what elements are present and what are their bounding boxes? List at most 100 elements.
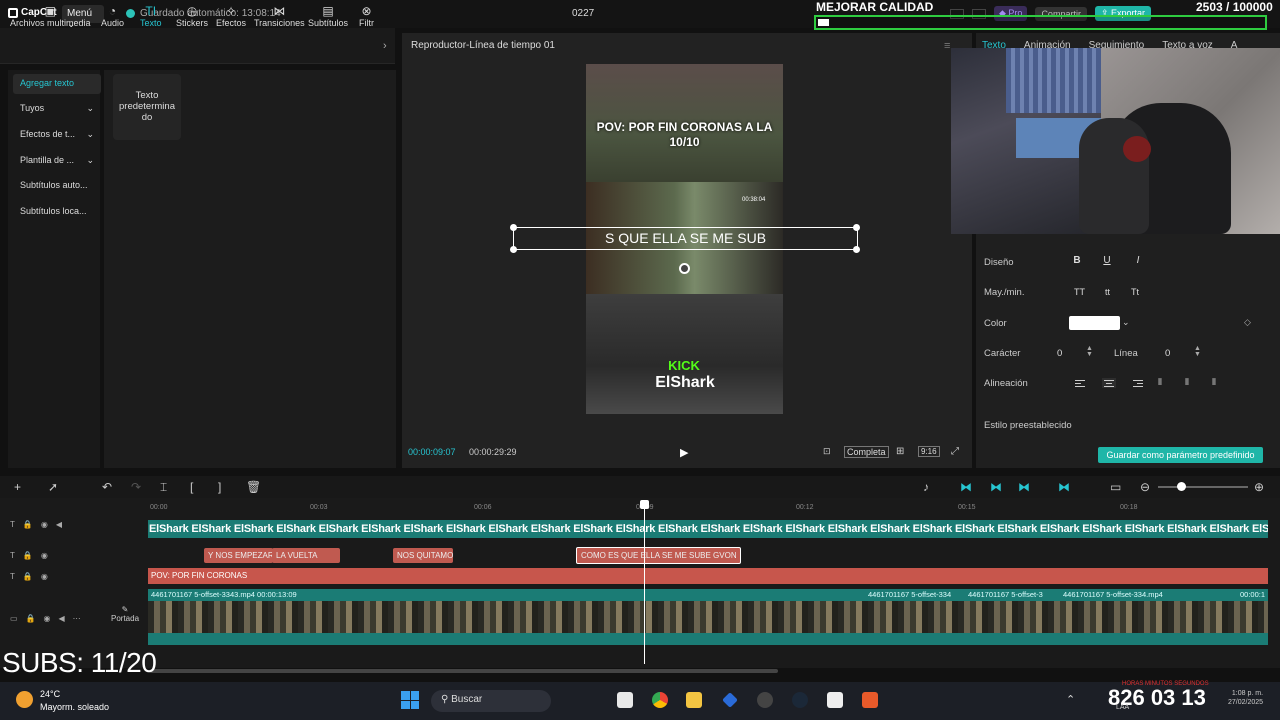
tab-stickers[interactable]: ◷ Stickers [176,4,208,28]
nav-plantilla[interactable]: Plantilla de ... ⌄ [13,151,101,171]
redo-icon[interactable]: ↷ [131,480,141,494]
preview-axis-icon[interactable]: ⧓ [1018,480,1030,494]
file-app-icon[interactable] [617,692,633,708]
quality-button[interactable]: Completa [844,446,889,458]
trim-right-icon[interactable]: ] [218,480,221,494]
eye-icon[interactable]: ◉ [41,551,48,560]
lock-icon[interactable]: 🔒 [26,614,36,623]
tab-transitions[interactable]: ⋈ Transiciones [254,4,305,28]
taskbar-clock[interactable]: 1:08 p. m. 27/02/2025 [1228,689,1263,707]
menu-lines-icon[interactable]: ≡ [944,40,950,52]
save-preset-button[interactable]: Guardar como parámetro predefinido [1098,447,1263,463]
brave-icon[interactable] [862,692,878,708]
fullscreen-icon[interactable]: ⤢ [951,446,959,457]
tab-text[interactable]: TI Texto [140,4,162,28]
resize-handle-tl[interactable] [510,224,517,231]
align-left-icon[interactable] [1075,378,1089,388]
align-center-icon[interactable] [1102,378,1116,388]
chevron-up-icon[interactable]: ⌃ [1066,693,1075,706]
add-track-icon[interactable]: + [14,480,21,494]
audio-icon[interactable]: ◀ [56,520,62,529]
pov-text-clip[interactable]: POV: POR FIN CORONAS [148,568,1268,584]
video-track[interactable]: 4461701167 5-offset-3343.mp4 00:00:13:09… [148,589,1268,645]
split-icon[interactable]: ⌶ [160,480,167,495]
nav-agregar-texto[interactable]: Agregar texto [13,74,101,94]
color-swatch[interactable] [1069,316,1120,330]
link-icon[interactable]: ⧓ [990,480,1002,494]
nav-subtitulos-auto[interactable]: Subtítulos auto... [13,176,101,196]
fit-icon[interactable]: ▭ [1110,480,1121,494]
file-explorer-icon[interactable] [686,692,702,708]
keyframe-icon[interactable]: ◇ [1244,317,1251,328]
align-icon[interactable]: ⧓ [1058,480,1070,494]
tab-filters[interactable]: ⊗ Filtr [359,4,374,28]
vertical-align-top-icon[interactable]: ⦀ [1158,377,1162,388]
eye-icon[interactable]: ◉ [41,520,48,529]
resize-handle-br[interactable] [853,246,860,253]
titlecase-option[interactable]: Tt [1131,287,1139,297]
cover-button[interactable]: ✎ Portada [111,605,139,623]
microphone-icon[interactable]: ♪ [923,480,929,494]
caracter-stepper-icon[interactable]: ▲ ▼ [1086,345,1093,358]
default-text-card[interactable]: Texto predetermina do [113,74,181,140]
underline-icon[interactable]: U [1099,255,1115,270]
caracter-value[interactable]: 0 [1057,348,1062,359]
subtitle-clip[interactable]: LA VUELTA [272,548,340,563]
undo-icon[interactable]: ↶ [102,480,112,494]
chevron-right-icon[interactable]: › [383,40,387,52]
lock-icon[interactable]: 🔒 [23,520,33,529]
lock-icon[interactable]: 🔒 [23,551,33,560]
linea-stepper-icon[interactable]: ▲ ▼ [1194,345,1201,358]
weather-sun-icon[interactable] [16,691,33,708]
subtitle-clip[interactable]: Y NOS EMPEZAR [204,548,273,563]
vertical-align-bottom-icon[interactable]: ⦀ [1212,377,1216,388]
tab-media[interactable]: ▣ Archivos multimedia [10,4,91,28]
eye-icon[interactable]: ◉ [41,572,48,581]
language-indicator[interactable]: LAA [1116,704,1129,711]
screen-icon[interactable]: ⊡ [823,446,831,457]
elshark-text-track[interactable]: ElShark ElShark ElShark ElShark ElShark … [148,520,1268,538]
tab-audio[interactable]: ◔ Audio [101,4,124,28]
tab-subtitles[interactable]: ▤ Subtítulos [308,4,348,28]
magnet-icon[interactable]: ⧓ [960,480,972,494]
bold-icon[interactable]: B [1069,255,1085,270]
play-icon[interactable]: ▶ [680,446,690,459]
playhead[interactable] [644,504,645,664]
capcut-taskbar-icon[interactable] [827,692,843,708]
rotate-handle-icon[interactable] [679,263,690,274]
obs-icon[interactable] [757,692,773,708]
more-icon[interactable]: ⋯ [73,614,81,623]
weather-temperature[interactable]: 24°C [40,689,60,699]
zoom-in-icon[interactable]: ⊕ [1254,480,1264,494]
uppercase-option[interactable]: TT [1074,287,1085,297]
caption-text[interactable]: S QUE ELLA SE ME SUB [513,230,858,246]
chrome-icon[interactable] [652,692,668,708]
vertical-align-center-icon[interactable]: ⦀ [1185,377,1189,388]
align-right-icon[interactable] [1129,378,1143,388]
lock-icon[interactable]: 🔒 [23,572,33,581]
crop-icon[interactable]: ⊞ [896,446,904,457]
italic-icon[interactable]: I [1130,255,1146,270]
resize-handle-bl[interactable] [510,246,517,253]
resize-handle-tr[interactable] [853,224,860,231]
selected-subtitle-clip[interactable]: COMO ES QUE ELLA SE ME SUBE GVON [576,547,741,564]
taskbar-search[interactable]: ⚲ Buscar [431,690,551,712]
project-title[interactable]: 0227 [572,8,594,19]
nav-tuyos[interactable]: Tuyos ⌄ [13,99,101,119]
linea-value[interactable]: 0 [1165,348,1170,359]
nav-efectos-texto[interactable]: Efectos de t... ⌄ [13,125,101,145]
lowercase-option[interactable]: tt [1105,287,1110,297]
audio-icon[interactable]: ◀ [59,614,65,623]
steam-icon[interactable] [792,692,808,708]
eye-icon[interactable]: ◉ [44,614,51,623]
weather-description[interactable]: Mayorm. soleado [40,702,109,712]
delete-icon[interactable]: 🗑 [246,480,261,494]
chevron-down-icon[interactable]: ⌄ [1122,317,1130,328]
zoom-slider[interactable] [1158,486,1248,488]
subtitle-clip[interactable]: NOS QUITAMO [393,548,453,563]
zoom-slider-handle[interactable] [1177,482,1186,491]
windows-start-icon[interactable] [401,691,419,709]
zoom-out-icon[interactable]: ⊖ [1140,480,1150,494]
tab-effects[interactable]: ✧ Efectos [216,4,246,28]
timeline-scrollbar[interactable] [150,669,778,673]
